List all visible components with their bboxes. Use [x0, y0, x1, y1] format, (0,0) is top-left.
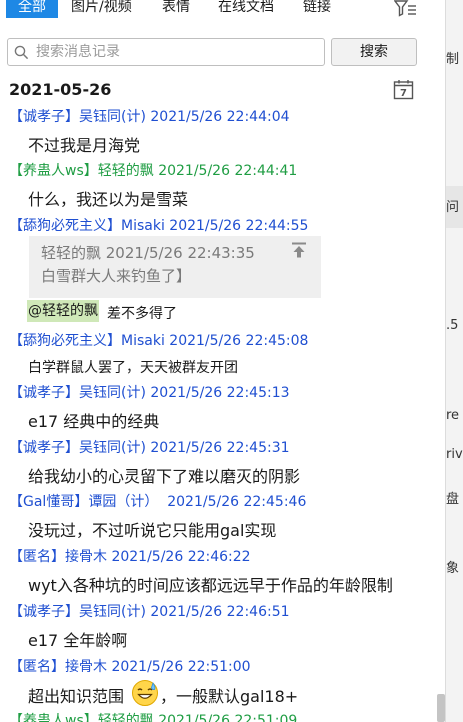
message-header: 【舔狗必死主义】Misaki 2021/5/26 22:45:08: [9, 333, 309, 349]
search-input[interactable]: [36, 42, 316, 62]
tab-links[interactable]: 链接: [303, 0, 331, 18]
tab-online-docs[interactable]: 在线文档: [218, 0, 274, 18]
mention-tag[interactable]: @轻轻的飘: [27, 300, 99, 322]
calendar-icon[interactable]: 7: [393, 79, 414, 100]
filter-tabs: 全部 图片/视频 表情 在线文档 链接: [0, 0, 437, 28]
message-text: 什么，我还以为是雪菜: [28, 190, 189, 209]
tab-stickers[interactable]: 表情: [162, 0, 190, 18]
filter-icon[interactable]: [393, 0, 418, 18]
message-text: 差不多得了: [107, 306, 177, 322]
message-header: 【Gal懂哥】谭园（计） 2021/5/26 22:45:46: [9, 494, 307, 510]
chat-history-panel: 全部 图片/视频 表情 在线文档 链接 搜索 2021-05-26: [0, 0, 437, 722]
bg-text: riv: [446, 447, 463, 462]
sender-name[interactable]: 接骨木: [65, 549, 107, 565]
bg-text: .5: [446, 318, 459, 333]
bg-text: 制: [446, 52, 460, 67]
bg-text: 象: [446, 561, 460, 576]
bg-text: re: [446, 408, 460, 423]
sender-name[interactable]: 吴钰同(计): [79, 440, 146, 456]
sender-name[interactable]: Misaki: [121, 333, 165, 349]
sender-name[interactable]: 吴钰同(计): [79, 385, 146, 401]
date-header: 2021-05-26: [9, 80, 112, 99]
jump-to-original-icon[interactable]: [291, 242, 307, 258]
divider: [445, 0, 446, 722]
message-text: ，一般默认gal18+: [160, 687, 299, 706]
tab-all[interactable]: 全部: [6, 0, 58, 18]
quote-text: 白雪群大人来钓鱼了】: [41, 267, 192, 285]
scrollbar-thumb[interactable]: [437, 694, 445, 722]
sender-name[interactable]: Misaki: [121, 218, 165, 234]
message-text: 给我幼小的心灵留下了难以磨灭的阴影: [28, 467, 301, 486]
message-text: 超出知识范围: [28, 687, 125, 706]
sender-name[interactable]: 轻轻的飘: [98, 163, 154, 179]
message-header: 【匿名】接骨木 2021/5/26 22:46:22: [9, 549, 251, 565]
sender-name[interactable]: 接骨木: [65, 659, 107, 675]
svg-text:7: 7: [400, 88, 407, 99]
message-text: 没玩过，不过听说它只能用gal实现: [28, 521, 277, 540]
quoted-message[interactable]: 轻轻的飘 2021/5/26 22:43:35 白雪群大人来钓鱼了】: [29, 236, 321, 298]
sender-name[interactable]: 吴钰同(计): [79, 604, 146, 620]
background-window-edge: 制 问 .5 re riv 盘 象: [445, 0, 463, 722]
bg-text: 盘: [446, 492, 460, 507]
message-header: 【诚孝子】吴钰同(计) 2021/5/26 22:45:13: [9, 385, 290, 401]
message-text: e17 全年龄啊: [28, 631, 128, 650]
message-text: 不过我是月海党: [28, 136, 141, 155]
quote-meta: 轻轻的飘 2021/5/26 22:43:35: [41, 244, 255, 262]
message-text: 白学群鼠人罢了，天天被群友开团: [28, 360, 238, 376]
message-header: 【诚孝子】吴钰同(计) 2021/5/26 22:44:04: [9, 109, 290, 125]
message-header: 【养蛊人ws】轻轻的飘 2021/5/26 22:51:09: [9, 710, 297, 722]
sender-name[interactable]: 吴钰同(计): [79, 109, 146, 125]
search-field: [7, 38, 325, 66]
search-icon: [14, 45, 29, 64]
message-text: wyt入各种坑的时间应该都远远早于作品的年龄限制: [28, 576, 393, 595]
tab-images-videos[interactable]: 图片/视频: [71, 0, 132, 18]
sender-name[interactable]: 轻轻的飘: [98, 713, 154, 722]
search-button[interactable]: 搜索: [331, 38, 417, 66]
message-header: 【舔狗必死主义】Misaki 2021/5/26 22:44:55: [9, 218, 309, 234]
bg-text: 问: [446, 200, 460, 215]
sweat-smile-emoji-icon: [131, 679, 159, 707]
message-header: 【匿名】接骨木 2021/5/26 22:51:00: [9, 659, 251, 675]
message-text: e17 经典中的经典: [28, 412, 160, 431]
message-header: 【诚孝子】吴钰同(计) 2021/5/26 22:45:31: [9, 440, 290, 456]
message-header: 【养蛊人ws】轻轻的飘 2021/5/26 22:44:41: [9, 163, 298, 179]
sender-name[interactable]: 谭园（计）: [88, 494, 158, 510]
message-header: 【诚孝子】吴钰同(计) 2021/5/26 22:46:51: [9, 604, 290, 620]
